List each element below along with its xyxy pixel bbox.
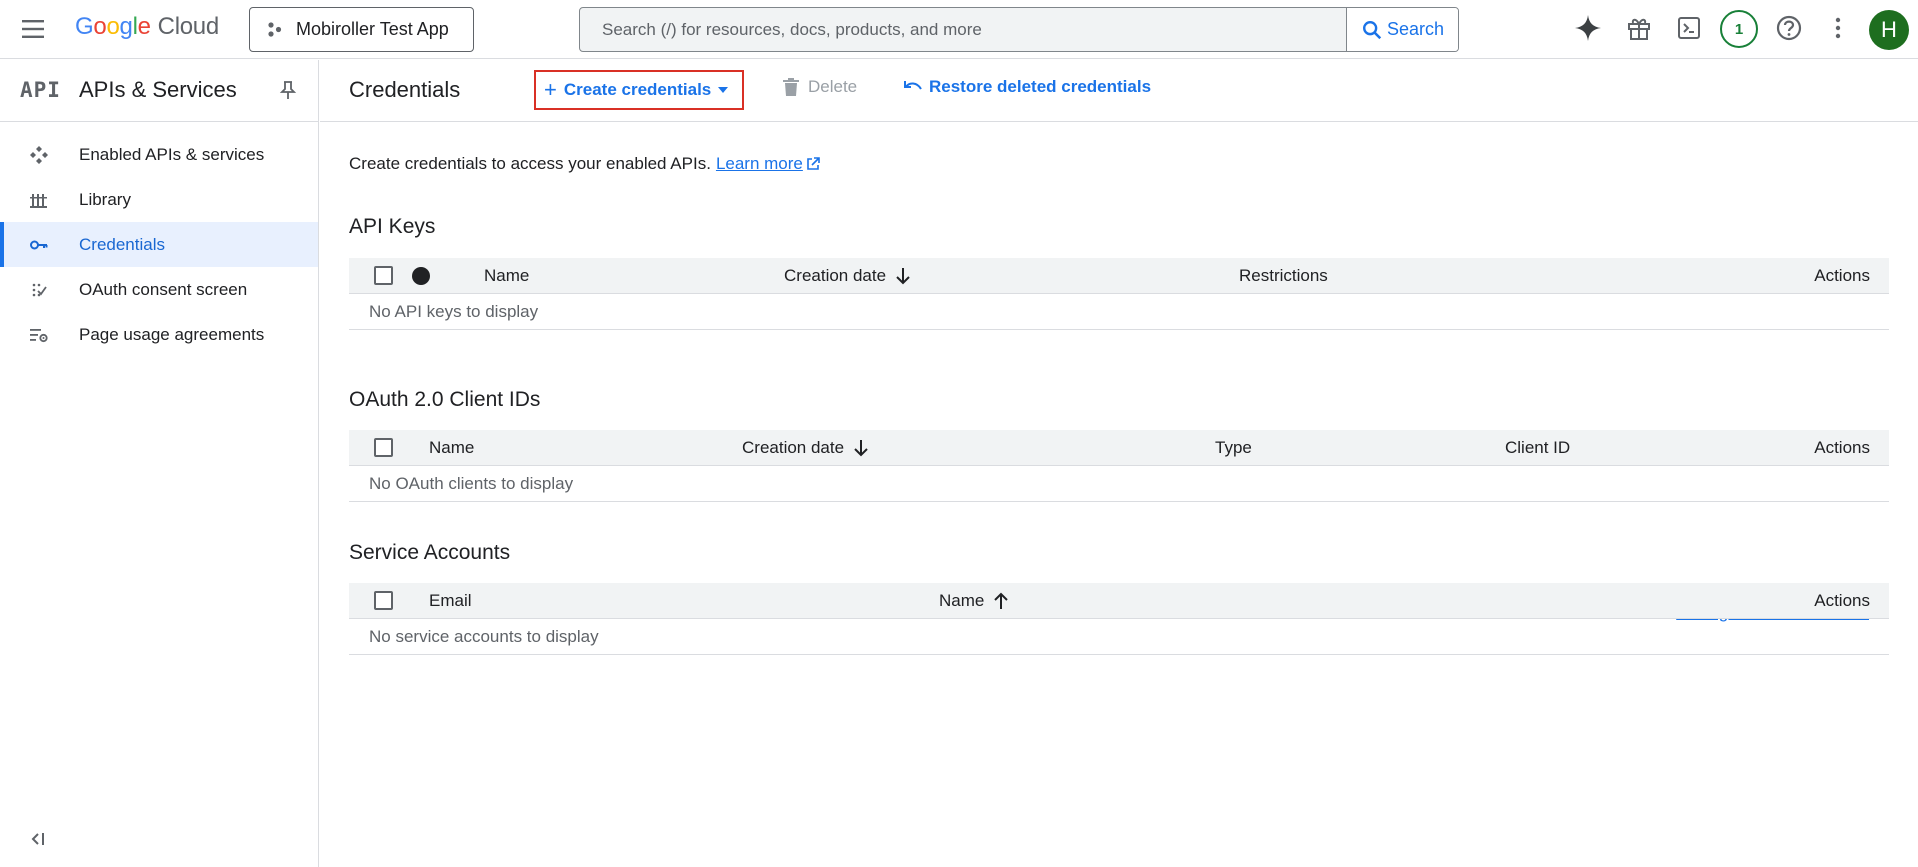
- select-all-checkbox[interactable]: [374, 438, 393, 457]
- key-icon: [29, 235, 49, 255]
- sidebar: API APIs & Services Enabled APIs & servi…: [0, 60, 319, 867]
- empty-row: No API keys to display: [349, 294, 1889, 330]
- project-picker-button[interactable]: Mobiroller Test App: [249, 7, 474, 52]
- service-accounts-title: Service Accounts: [349, 541, 511, 564]
- google-cloud-logo[interactable]: Google Cloud: [75, 13, 219, 45]
- table-header: Name Creation date Type Client ID Action…: [349, 430, 1889, 466]
- table-header: Email Name Actions: [349, 583, 1889, 619]
- restore-deleted-credentials-button[interactable]: Restore deleted credentials: [903, 77, 1151, 97]
- more-options-icon[interactable]: [1820, 10, 1856, 46]
- column-actions: Actions: [1814, 438, 1870, 457]
- column-client-id: Client ID: [1505, 438, 1571, 457]
- top-bar: Google Cloud Mobiroller Test App Search …: [0, 0, 1918, 59]
- caret-down-icon: [718, 87, 729, 93]
- select-all-checkbox[interactable]: [374, 591, 393, 610]
- project-icon: [268, 21, 282, 37]
- column-actions: Actions: [1814, 591, 1870, 610]
- plus-icon: +: [544, 77, 557, 102]
- column-email[interactable]: Email: [429, 591, 472, 611]
- main-menu-icon[interactable]: [20, 17, 48, 41]
- gift-icon[interactable]: [1621, 10, 1657, 46]
- column-type: Type: [1215, 438, 1252, 457]
- search-icon: [1362, 20, 1382, 39]
- oauth-client-ids-title: OAuth 2.0 Client IDs: [349, 388, 541, 411]
- column-name[interactable]: Name: [484, 266, 529, 286]
- help-icon[interactable]: [1771, 10, 1807, 46]
- sort-down-arrow-icon: [854, 440, 868, 457]
- pin-icon[interactable]: [279, 80, 297, 100]
- column-creation-date[interactable]: Creation date: [784, 266, 910, 286]
- external-link-icon: [807, 157, 820, 170]
- oauth-consent-icon: [29, 280, 49, 300]
- sidebar-nav: Enabled APIs & services Library Credenti…: [0, 132, 318, 357]
- settings-list-icon: [29, 325, 49, 345]
- column-name[interactable]: Name: [939, 591, 1009, 611]
- cloud-shell-terminal-icon[interactable]: [1671, 10, 1707, 46]
- search-bar: Search: [579, 7, 1459, 52]
- sidebar-item-library[interactable]: Library: [0, 177, 318, 222]
- api-keys-table: Name Creation date Restrictions Actions …: [349, 258, 1889, 330]
- gemini-sparkle-icon[interactable]: [1570, 10, 1606, 46]
- status-icon: [412, 267, 430, 285]
- service-accounts-table: Email Name Actions No service accounts t…: [349, 583, 1889, 655]
- sort-up-arrow-icon: [994, 592, 1009, 609]
- page-title: Credentials: [349, 77, 461, 102]
- column-restrictions: Restrictions: [1239, 266, 1328, 285]
- column-name[interactable]: Name: [429, 438, 474, 458]
- learn-more-link[interactable]: Learn more: [716, 154, 820, 174]
- sidebar-item-oauth-consent[interactable]: OAuth consent screen: [0, 267, 318, 312]
- table-header: Name Creation date Restrictions Actions: [349, 258, 1889, 294]
- enabled-apis-icon: [29, 145, 49, 165]
- create-credentials-button[interactable]: + Create credentials: [534, 70, 744, 110]
- main-content: Credentials + Create credentials Delete …: [320, 60, 1918, 867]
- sidebar-title: APIs & Services: [79, 77, 237, 102]
- empty-row: No OAuth clients to display: [349, 466, 1889, 502]
- sidebar-item-credentials[interactable]: Credentials: [0, 222, 318, 267]
- oauth-clients-table: Name Creation date Type Client ID Action…: [349, 430, 1889, 502]
- sidebar-item-page-usage-agreements[interactable]: Page usage agreements: [0, 312, 318, 357]
- column-creation-date[interactable]: Creation date: [742, 438, 868, 458]
- project-name: Mobiroller Test App: [296, 19, 449, 39]
- sidebar-item-enabled-apis[interactable]: Enabled APIs & services: [0, 132, 318, 177]
- select-all-checkbox[interactable]: [374, 266, 393, 285]
- trash-icon: [783, 78, 799, 96]
- collapse-sidebar-icon[interactable]: [29, 830, 47, 848]
- api-logo: API: [20, 78, 61, 102]
- account-avatar[interactable]: H: [1869, 10, 1909, 50]
- api-keys-title: API Keys: [349, 215, 436, 238]
- search-button[interactable]: Search: [1346, 8, 1458, 51]
- column-actions: Actions: [1814, 266, 1870, 285]
- empty-row: No service accounts to display: [349, 619, 1889, 655]
- sort-down-arrow-icon: [896, 268, 910, 285]
- intro-text: Create credentials to access your enable…: [349, 154, 820, 174]
- sidebar-header: API APIs & Services: [0, 60, 319, 122]
- page-header: Credentials + Create credentials Delete …: [320, 60, 1918, 122]
- notifications-badge[interactable]: 1: [1719, 9, 1759, 49]
- delete-button[interactable]: Delete: [783, 77, 857, 97]
- library-icon: [29, 190, 49, 210]
- undo-icon: [904, 81, 922, 90]
- search-input[interactable]: [580, 8, 1346, 51]
